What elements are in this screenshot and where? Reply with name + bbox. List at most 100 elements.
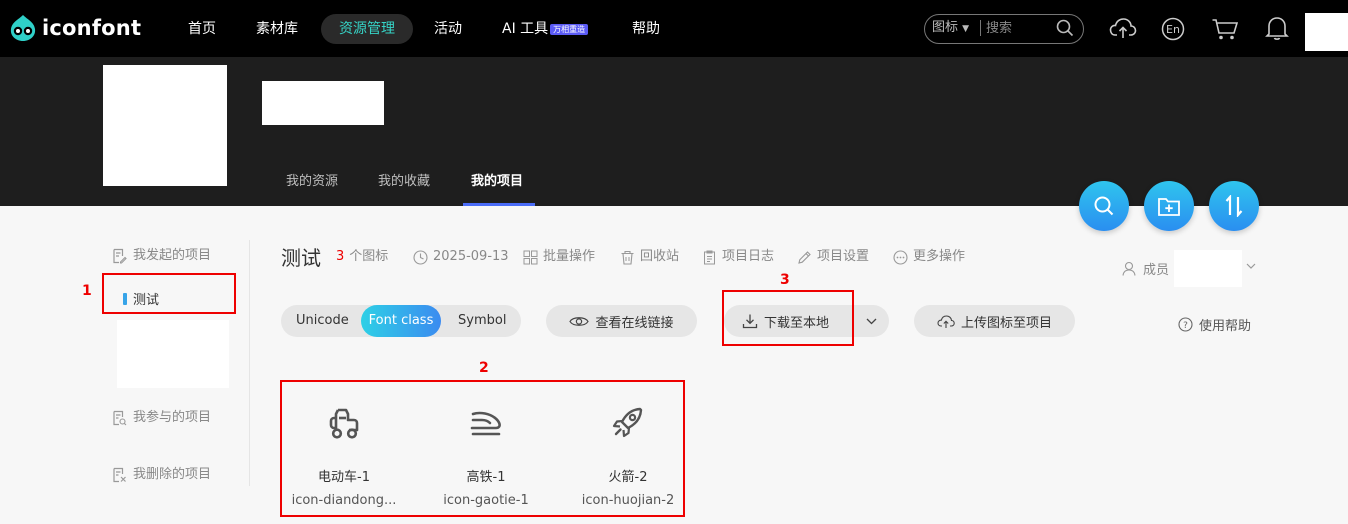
icon-code: icon-gaotie-1	[443, 493, 529, 508]
icon-code: icon-huojian-2	[581, 493, 675, 508]
icon-name: 高铁-1	[466, 470, 506, 485]
sidebar-initiated-projects[interactable]: 我发起的项目	[111, 248, 211, 264]
document-edit-icon	[113, 248, 127, 264]
eye-icon	[569, 316, 590, 326]
member-avatars	[1174, 250, 1242, 287]
svg-text:?: ?	[1183, 321, 1188, 331]
format-symbol[interactable]: Symbol	[458, 313, 506, 329]
project-date: 2025-09-13	[413, 249, 509, 265]
project-log-button[interactable]: 项目日志	[702, 249, 774, 265]
icon-card[interactable]: 电动车-1 icon-diandong...	[279, 406, 409, 509]
nav-activities[interactable]: 活动	[434, 19, 462, 39]
clipboard-icon	[704, 250, 715, 264]
sidebar-deleted-label: 我删除的项目	[133, 467, 212, 482]
search-divider	[980, 20, 981, 36]
chevron-down-icon: ▼	[962, 24, 970, 34]
user-icon	[1122, 261, 1136, 276]
sidebar-project-list-area	[117, 320, 229, 388]
selected-indicator	[123, 292, 127, 305]
document-delete-icon	[113, 467, 126, 483]
upload-icons-button[interactable]: 上传图标至项目	[914, 305, 1075, 337]
sort-icon	[1225, 195, 1243, 217]
annotation-number-2: 2	[479, 360, 489, 376]
icon-name: 火箭-2	[608, 470, 648, 485]
project-icon-count: 3 个图标	[336, 249, 388, 265]
pencil-icon	[798, 250, 811, 264]
electric-scooter-icon	[329, 408, 359, 439]
chevron-down-icon[interactable]	[1246, 263, 1256, 270]
brand-logo[interactable]: iconfont	[8, 14, 141, 42]
profile-username	[262, 81, 384, 125]
more-operations-button[interactable]: 更多操作	[893, 249, 965, 265]
search-category-select[interactable]: 图标 ▼	[932, 20, 969, 37]
batch-operations-label: 批量操作	[543, 249, 596, 264]
icon-count-number: 3	[336, 249, 345, 264]
view-online-link-button[interactable]: 查看在线链接	[546, 305, 697, 337]
batch-operations-button[interactable]: 批量操作	[523, 249, 595, 265]
sidebar-initiated-label: 我发起的项目	[133, 248, 212, 263]
search-category-label: 图标	[932, 20, 959, 35]
icon-code: icon-diandong...	[291, 493, 397, 508]
chevron-down-icon	[866, 318, 876, 324]
usage-help-link[interactable]: ? 使用帮助	[1178, 315, 1251, 334]
view-online-link-label: 查看在线链接	[595, 315, 674, 331]
sidebar-participated-projects[interactable]: 我参与的项目	[111, 410, 211, 426]
icon-card[interactable]: 火箭-2 icon-huojian-2	[563, 406, 693, 509]
format-font-class[interactable]: Font class	[361, 305, 441, 337]
language-en-icon[interactable]: En	[1161, 17, 1185, 41]
tab-my-resources[interactable]: 我的资源	[286, 174, 338, 190]
members-label: 成员	[1143, 263, 1170, 278]
nav-home[interactable]: 首页	[188, 19, 216, 39]
trash-icon	[621, 250, 634, 265]
sidebar-deleted-projects[interactable]: 我删除的项目	[111, 467, 211, 483]
cloud-upload-icon[interactable]	[1109, 16, 1137, 40]
sort-button[interactable]	[1209, 181, 1259, 231]
new-project-button[interactable]	[1144, 181, 1194, 231]
sidebar-divider	[249, 240, 250, 486]
rocket-icon	[612, 407, 643, 438]
project-settings-button[interactable]: 项目设置	[797, 249, 869, 265]
project-settings-label: 项目设置	[817, 249, 870, 264]
upload-icons-label: 上传图标至项目	[960, 315, 1052, 331]
language-en-label: En	[1166, 23, 1180, 36]
brand-name: iconfont	[42, 16, 142, 40]
sidebar-participated-label: 我参与的项目	[133, 410, 212, 425]
annotation-number-1: 1	[82, 283, 92, 299]
document-search-icon	[113, 410, 127, 426]
search-icon[interactable]	[1056, 19, 1074, 37]
search-project-button[interactable]	[1079, 181, 1129, 231]
cart-icon[interactable]	[1211, 17, 1239, 41]
profile-avatar	[103, 65, 227, 186]
recycle-bin-button[interactable]: 回收站	[620, 249, 679, 265]
icon-card[interactable]: 高铁-1 icon-gaotie-1	[421, 406, 551, 509]
tab-my-projects[interactable]: 我的项目	[471, 174, 523, 190]
clock-icon	[413, 249, 428, 265]
icon-name: 电动车-1	[318, 470, 370, 485]
high-speed-train-icon	[470, 411, 501, 436]
grid-icon	[523, 250, 538, 264]
tab-active-indicator	[463, 203, 535, 206]
tab-my-favorites[interactable]: 我的收藏	[378, 174, 430, 190]
sidebar-project-label: 测试	[133, 293, 160, 308]
members-button[interactable]: 成员	[1122, 259, 1169, 278]
format-unicode[interactable]: Unicode	[296, 313, 349, 329]
project-title: 测试	[281, 246, 321, 270]
sidebar-project-test[interactable]: 测试	[123, 289, 159, 308]
bell-icon[interactable]	[1265, 15, 1289, 41]
question-icon: ?	[1178, 317, 1193, 332]
usage-help-label: 使用帮助	[1199, 319, 1252, 334]
cloud-upload-icon	[937, 314, 955, 328]
search-input[interactable]	[986, 16, 1050, 40]
download-options-toggle[interactable]	[853, 305, 889, 337]
nav-materials[interactable]: 素材库	[256, 19, 298, 39]
nav-resource-management[interactable]: 资源管理	[321, 14, 413, 44]
nav-ai-tools[interactable]: AI 工具 万相重造	[502, 19, 589, 39]
nav-help[interactable]: 帮助	[632, 19, 660, 39]
iconfont-logo-icon	[10, 15, 36, 41]
nav-ai-tools-label: AI 工具	[502, 21, 549, 37]
more-icon	[893, 249, 908, 265]
recycle-bin-label: 回收站	[640, 249, 680, 264]
project-date-value: 2025-09-13	[433, 249, 509, 264]
user-avatar[interactable]	[1305, 13, 1348, 51]
more-operations-label: 更多操作	[913, 249, 966, 264]
